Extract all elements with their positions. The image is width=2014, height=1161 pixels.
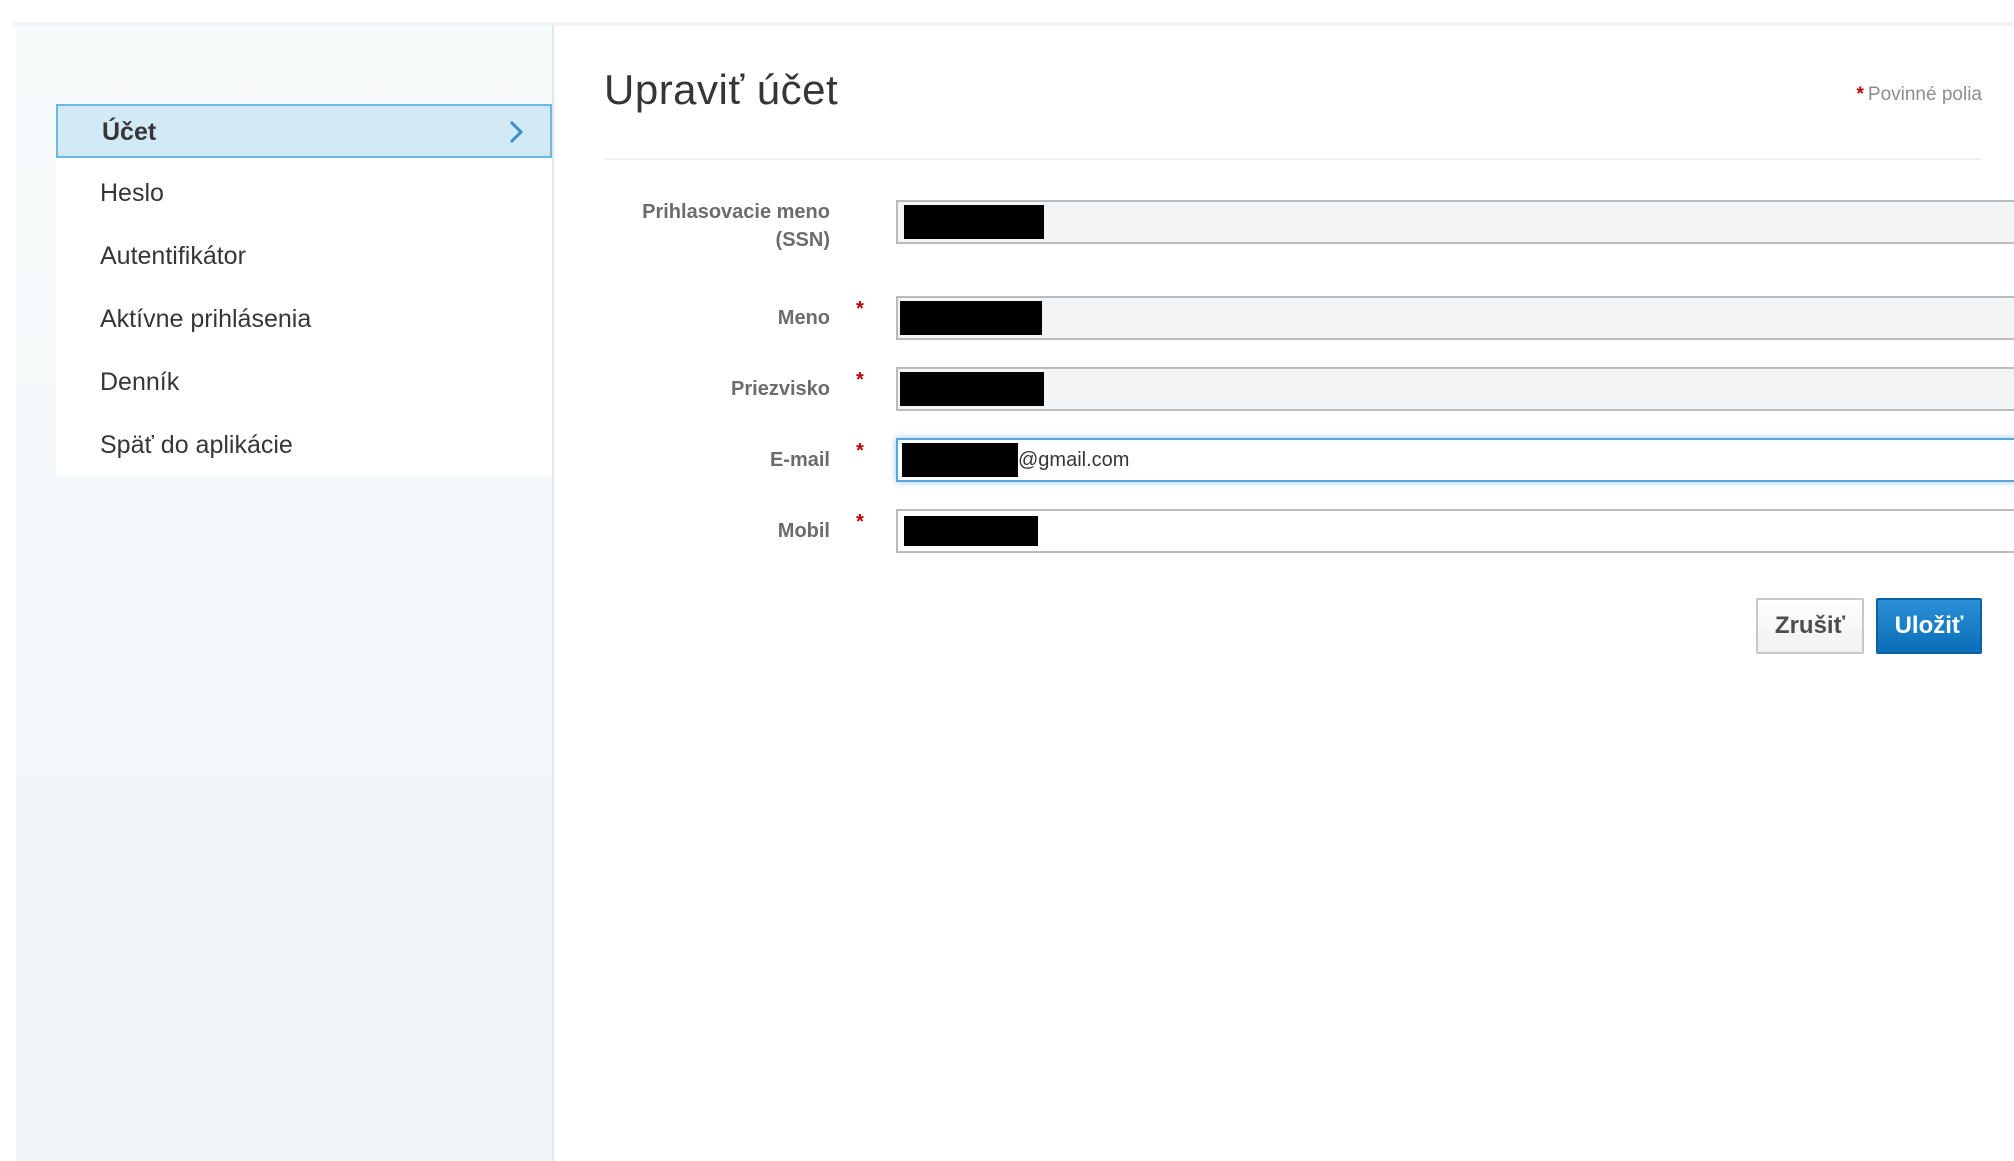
save-button[interactable]: Uložiť [1876,598,1982,654]
last-name-label: Priezvisko [731,378,830,400]
email-label: E-mail [769,449,830,471]
required-star: * [1856,84,1864,105]
sidebar-item-label: Heslo [100,179,164,207]
sidebar-item-label: Denník [100,368,180,396]
required-note-text: Povinné polia [1867,84,1982,105]
first-name-label: Meno [777,307,830,329]
username-label: Prihlasovacie meno (SSN) [642,201,830,251]
sidebar-item-authenticator[interactable]: Autentifikátor [56,225,552,288]
cancel-button[interactable]: Zrušiť [1756,598,1864,654]
mobile-label: Mobil [777,520,830,542]
email-field[interactable] [896,438,2014,482]
sidebar-item-password[interactable]: Heslo [56,162,552,225]
form-row-last-name: Priezvisko * [604,367,2014,415]
chevron-right-icon [504,106,528,158]
app-window: Účet Heslo Autentifikátor Aktívne prihlá… [0,0,2014,1161]
title-divider [604,158,1982,160]
last-name-field[interactable] [896,367,2014,411]
first-name-field[interactable] [896,296,2014,340]
form-row-mobile: Mobil * [604,509,2014,557]
form-row-username: Prihlasovacie meno (SSN) [604,200,2014,251]
redaction-block [900,301,1042,335]
sidebar-nav: Účet Heslo Autentifikátor Aktívne prihlá… [56,104,552,477]
required-star: * [856,369,864,391]
form-row-first-name: Meno * [604,296,2014,344]
redaction-block [900,372,1044,406]
sidebar-item-label: Účet [102,118,157,146]
sidebar-item-label: Aktívne prihlásenia [100,305,312,333]
sidebar-item-label: Autentifikátor [100,242,246,270]
required-star: * [856,511,864,533]
redaction-block [904,516,1038,546]
redaction-block [902,443,1018,477]
required-star: * [856,298,864,320]
sidebar-item-log[interactable]: Denník [56,351,552,414]
form-row-email: E-mail * [604,438,2014,486]
sidebar-item-account[interactable]: Účet [56,104,552,158]
page-title: Upraviť účet [604,66,839,113]
required-fields-note: * Povinné polia [1857,84,1983,106]
sidebar-item-label: Späť do aplikácie [100,431,293,459]
mobile-field[interactable] [896,509,2014,553]
username-field[interactable] [896,200,2014,244]
sidebar-item-sessions[interactable]: Aktívne prihlásenia [56,288,552,351]
main-content: Upraviť účet * Povinné polia Prihlasovaci… [554,26,2014,1161]
sidebar-item-back-to-app[interactable]: Späť do aplikácie [56,414,552,477]
sidebar: Účet Heslo Autentifikátor Aktívne prihlá… [16,26,554,1161]
required-star: * [856,440,864,462]
form-actions: Zrušiť Uložiť [1756,598,1982,654]
redaction-block [904,205,1044,239]
